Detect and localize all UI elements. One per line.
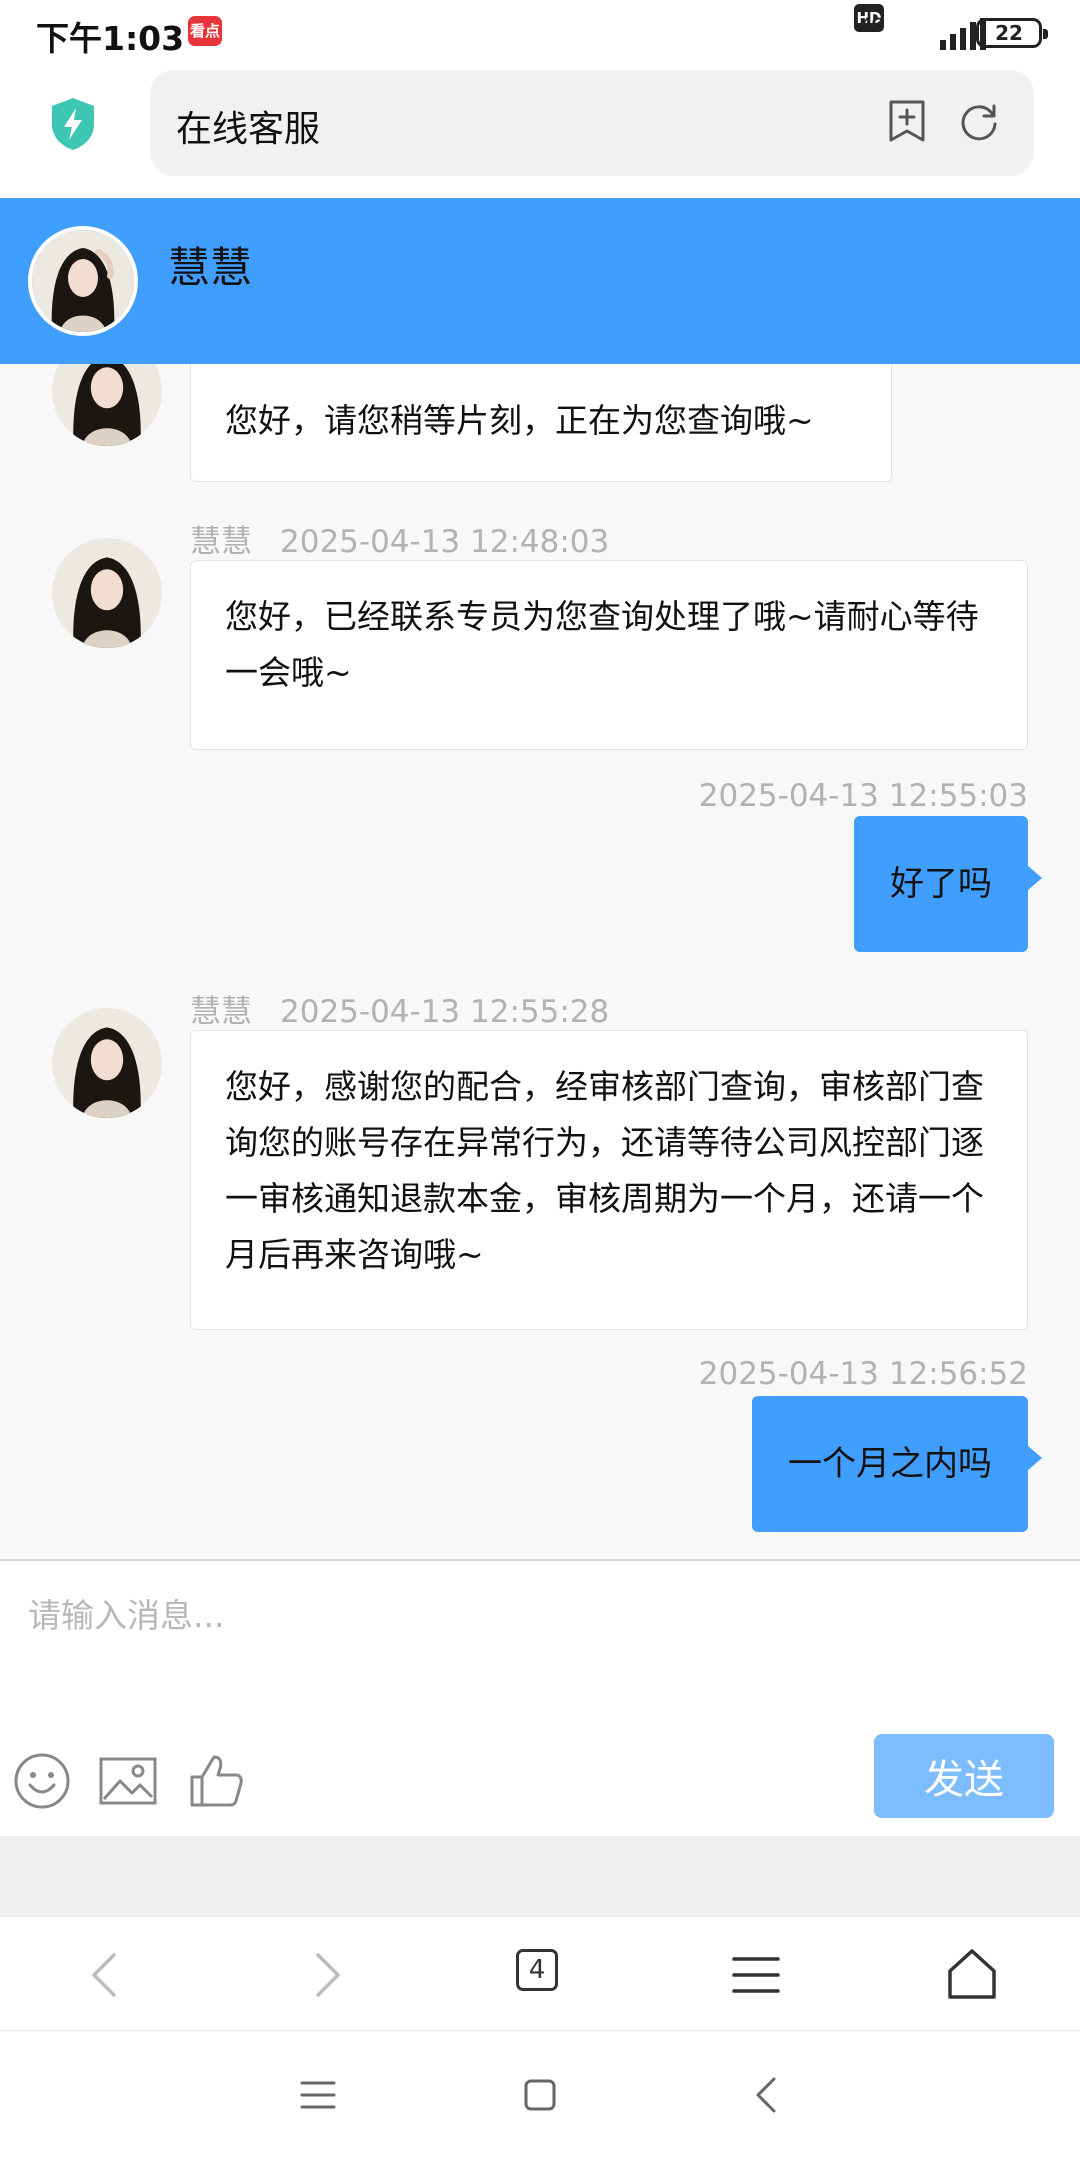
page-title: 在线客服 [176,109,321,150]
news-app-icon: 看点 [188,16,222,46]
message-text: 您好，感谢您的配合，经审核部门查询，审核部门查询您的账号存在异常行为，还请等待公… [225,1067,984,1274]
home-icon[interactable] [944,1947,1000,2003]
agent-avatar [52,1008,162,1118]
tabs-icon[interactable]: 4 [516,1949,558,1991]
user-message-bubble: 一个月之内吗 [752,1396,1042,1532]
message-text: 您好，已经联系专员为您查询处理了哦~请耐心等待一会哦~ [225,597,979,692]
composer: 发送 [0,1559,1080,1838]
message-time: 2025-04-13 12:56:52 [698,1356,1028,1392]
agent-name: 慧慧 [168,243,253,292]
system-navigation [0,2030,1080,2161]
network-type: 4G [862,16,884,32]
add-bookmark-icon[interactable] [884,98,930,144]
send-button[interactable]: 发送 [874,1734,1054,1818]
message-text: 好了吗 [890,864,992,904]
message-meta: 慧慧 2025-04-13 12:48:03 [190,516,609,561]
message-time: 2025-04-13 12:55:03 [698,778,1028,814]
spacer [0,1836,1080,1916]
shield-bolt-icon[interactable] [48,96,98,152]
browser-address-bar: 在线客服 [0,66,1080,198]
message-text: 您好，请您稍等片刻，正在为您查询哦~ [225,401,814,440]
status-time: 下午1:03 [36,19,185,58]
refresh-icon[interactable] [956,98,1002,144]
agent-message-bubble: 您好，请您稍等片刻，正在为您查询哦~ [190,364,892,482]
agent-message-bubble: 您好，感谢您的配合，经审核部门查询，审核部门查询您的账号存在异常行为，还请等待公… [190,1030,1028,1330]
message-text: 一个月之内吗 [788,1444,992,1484]
emoji-icon[interactable] [12,1751,72,1811]
agent-message-bubble: 您好，已经联系专员为您查询处理了哦~请耐心等待一会哦~ [190,560,1028,750]
user-message-bubble: 好了吗 [854,816,1042,952]
home-square-icon[interactable] [520,2075,560,2115]
sender-name: 慧慧 [190,994,252,1030]
forward-icon[interactable] [298,1947,354,2003]
back-chevron-icon[interactable] [748,2075,788,2115]
agent-avatar [52,364,162,446]
message-input[interactable] [0,1561,1080,1711]
message-time: 2025-04-13 12:48:03 [280,524,610,560]
sender-name: 慧慧 [190,524,252,560]
address-box[interactable]: 在线客服 [150,70,1034,176]
battery-icon: 22 [976,18,1048,48]
menu-icon[interactable] [728,1947,784,2003]
chat-header: 慧慧 [0,198,1080,364]
agent-avatar [52,538,162,648]
message-list[interactable]: 您好，请您稍等片刻，正在为您查询哦~ 慧慧 2025-04-13 12:48:03… [0,364,1080,1560]
message-meta: 慧慧 2025-04-13 12:55:28 [190,986,609,1031]
status-bar: 下午1:03 看点 HD 4G 22 [0,0,1080,66]
back-icon[interactable] [78,1947,134,2003]
image-icon[interactable] [98,1751,158,1811]
recents-icon[interactable] [298,2075,338,2115]
thumbs-up-icon[interactable] [186,1751,246,1811]
browser-navigation: 4 [0,1916,1080,2031]
agent-avatar [28,226,138,336]
message-time: 2025-04-13 12:55:28 [280,994,610,1030]
